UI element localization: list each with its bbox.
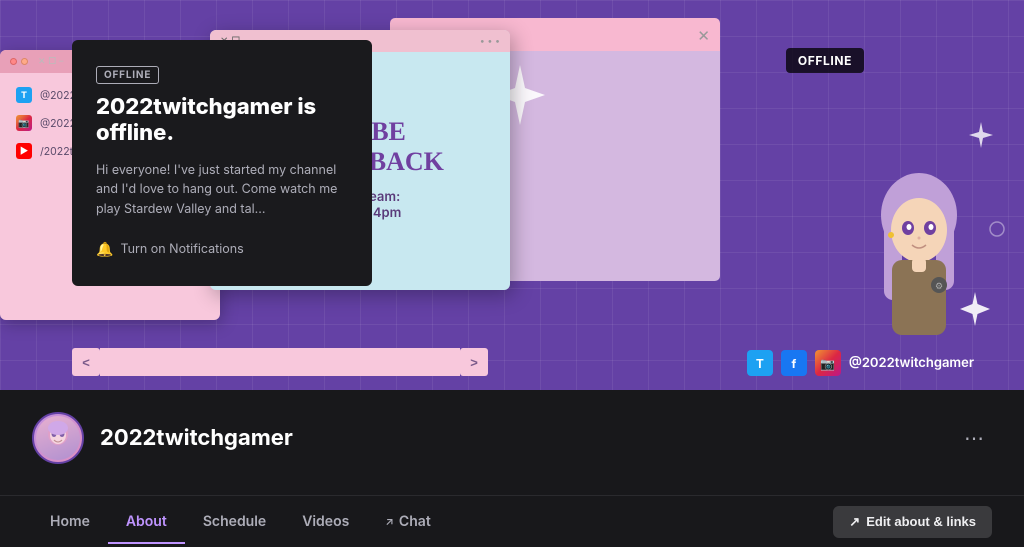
- edit-arrow-icon: ↗: [849, 514, 860, 530]
- svg-text:⚙: ⚙: [935, 281, 943, 292]
- offline-description: Hi everyone! I've just started my channe…: [96, 161, 348, 219]
- nav-tabs-row: Home About Schedule Videos ↗ Chat ↗ Edit…: [0, 495, 1024, 547]
- profile-top: 2022twitchgamer ⋯: [0, 390, 1024, 464]
- profile-info: 2022twitchgamer: [32, 412, 293, 464]
- avatar: [32, 412, 84, 464]
- win-close-dot: [10, 58, 17, 65]
- tab-schedule[interactable]: Schedule: [185, 501, 284, 544]
- instagram-icon: 📷: [16, 115, 32, 131]
- twitter-icon-bar: T: [756, 356, 764, 371]
- offline-title: 2022twitchgamer is offline.: [96, 94, 348, 147]
- carousel-prev-button[interactable]: <: [72, 348, 100, 376]
- tab-chat[interactable]: ↗ Chat: [367, 501, 448, 544]
- social-bar: T f 📷 @2022twitchgamer: [747, 350, 974, 376]
- offline-badge: OFFLINE: [96, 66, 159, 84]
- edit-label: Edit about & links: [866, 514, 976, 529]
- social-bar-instagram[interactable]: 📷: [815, 350, 841, 376]
- three-dots-menu[interactable]: ⋯: [956, 422, 992, 454]
- social-bar-handle: @2022twitchgamer: [849, 355, 974, 371]
- offline-card: OFFLINE 2022twitchgamer is offline. Hi e…: [72, 40, 372, 286]
- social-bar-twitter[interactable]: T: [747, 350, 773, 376]
- edit-about-links-button[interactable]: ↗ Edit about & links: [833, 506, 992, 538]
- win-brb-dots: • • •: [480, 36, 500, 47]
- carousel-nav: < >: [72, 348, 488, 376]
- carousel-next-button[interactable]: >: [460, 348, 488, 376]
- tab-videos[interactable]: Videos: [284, 501, 367, 544]
- offline-label-right: OFFLINE: [786, 48, 864, 73]
- profile-bar: 2022twitchgamer ⋯ Home About Schedule Vi…: [0, 390, 1024, 547]
- notifications-button[interactable]: 🔔 Turn on Notifications: [96, 241, 348, 258]
- anime-character: ⚙: [864, 160, 974, 360]
- social-bar-facebook[interactable]: f: [781, 350, 807, 376]
- notifications-label: Turn on Notifications: [120, 242, 243, 257]
- avatar-image: [36, 416, 80, 460]
- close-icon[interactable]: ✕: [697, 26, 710, 45]
- tab-home[interactable]: Home: [32, 501, 108, 544]
- hero-banner: OFFLINE 2022twitchgamer is offline. Hi e…: [0, 0, 1024, 390]
- carousel-track: [100, 348, 460, 376]
- circle-deco-1: [988, 220, 1006, 242]
- facebook-icon-bar: f: [791, 356, 796, 371]
- youtube-icon: ▶: [16, 143, 32, 159]
- bell-icon: 🔔: [96, 241, 113, 258]
- twitter-icon: T: [16, 87, 32, 103]
- window-social-address: ✕ □ –: [38, 56, 63, 67]
- sparkle-right-top: [966, 120, 996, 154]
- win-min-dot: [21, 58, 28, 65]
- nav-tabs: Home About Schedule Videos ↗ Chat: [32, 501, 449, 543]
- tab-about[interactable]: About: [108, 501, 185, 544]
- instagram-icon-bar: 📷: [820, 356, 835, 371]
- username: 2022twitchgamer: [100, 425, 293, 451]
